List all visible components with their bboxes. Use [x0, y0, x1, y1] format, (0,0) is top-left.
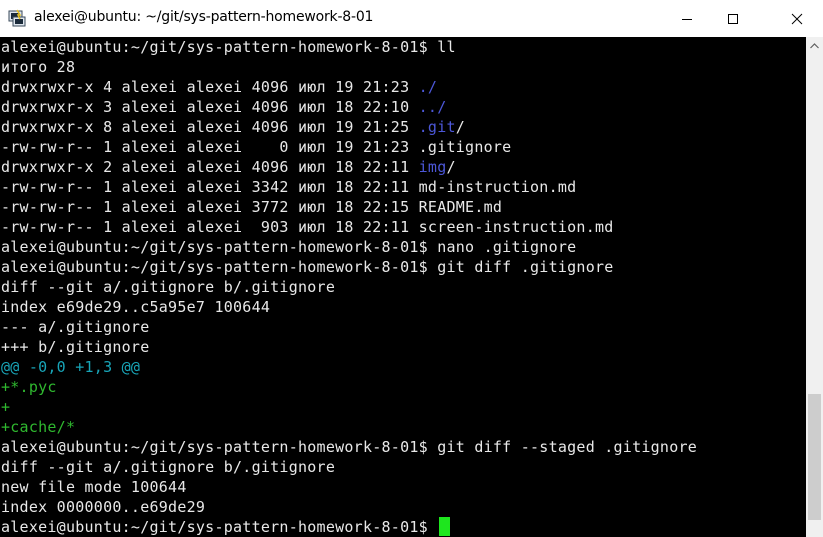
terminal-line: index 0000000..e69de29 [1, 497, 205, 517]
directory-name: ../ [418, 98, 447, 116]
line-text: +*.pyc [1, 378, 57, 396]
terminal-line: alexei@ubuntu:~/git/sys-pattern-homework… [1, 37, 456, 57]
line-suffix: / [455, 118, 466, 136]
maximize-button[interactable] [710, 0, 756, 37]
line-text: итого 28 [1, 58, 76, 76]
terminal-line: -rw-rw-r-- 1 alexei alexei 903 июл 18 22… [1, 217, 614, 237]
terminal-line: drwxrwxr-x 8 alexei alexei 4096 июл 19 2… [1, 117, 465, 137]
vertical-scrollbar[interactable] [806, 37, 823, 537]
terminal-line: drwxrwxr-x 2 alexei alexei 4096 июл 18 2… [1, 157, 456, 177]
directory-name: ./ [418, 78, 438, 96]
terminal-line: drwxrwxr-x 3 alexei alexei 4096 июл 18 2… [1, 97, 446, 117]
diff-added-line: + [1, 397, 10, 417]
line-text: -rw-rw-r-- 1 alexei alexei 3342 июл 18 2… [1, 178, 577, 196]
line-text: @@ -0,0 +1,3 @@ [1, 358, 141, 376]
terminal-line: index e69de29..c5a95e7 100644 [1, 297, 270, 317]
terminal-line: -rw-rw-r-- 1 alexei alexei 3772 июл 18 2… [1, 197, 502, 217]
minimize-button[interactable] [664, 0, 710, 37]
terminal-prompt-line[interactable]: alexei@ubuntu:~/git/sys-pattern-homework… [1, 517, 451, 537]
terminal-line: +++ b/.gitignore [1, 337, 150, 357]
line-text: alexei@ubuntu:~/git/sys-pattern-homework… [1, 38, 456, 56]
line-text: -rw-rw-r-- 1 alexei alexei 3772 июл 18 2… [1, 198, 503, 216]
line-text: drwxrwxr-x 4 alexei alexei 4096 июл 19 2… [1, 78, 419, 96]
terminal-line: drwxrwxr-x 4 alexei alexei 4096 июл 19 2… [1, 77, 437, 97]
line-text: +cache/* [1, 418, 76, 436]
line-text: drwxrwxr-x 3 alexei alexei 4096 июл 18 2… [1, 98, 419, 116]
directory-name: .git [418, 118, 456, 136]
line-text: diff --git a/.gitignore b/.gitignore [1, 278, 336, 296]
minimize-icon [682, 18, 692, 20]
line-text: -rw-rw-r-- 1 alexei alexei 0 июл 19 21:2… [1, 138, 512, 156]
window-title: alexei@ubuntu: ~/git/sys-pattern-homewor… [34, 9, 374, 25]
line-text: --- a/.gitignore [1, 318, 150, 336]
line-text: -rw-rw-r-- 1 alexei alexei 903 июл 18 22… [1, 218, 614, 236]
directory-name: img [418, 158, 447, 176]
diff-added-line: +*.pyc [1, 377, 57, 397]
line-text: alexei@ubuntu:~/git/sys-pattern-homework… [1, 438, 698, 456]
terminal-line: итого 28 [1, 57, 75, 77]
terminal-line: -rw-rw-r-- 1 alexei alexei 3342 июл 18 2… [1, 177, 576, 197]
line-suffix: / [446, 158, 456, 176]
terminal-line: alexei@ubuntu:~/git/sys-pattern-homework… [1, 257, 614, 277]
diff-hunk-line: @@ -0,0 +1,3 @@ [1, 357, 140, 377]
terminal-output[interactable]: alexei@ubuntu:~/git/sys-pattern-homework… [0, 37, 806, 537]
terminal-line: alexei@ubuntu:~/git/sys-pattern-homework… [1, 437, 697, 457]
line-text: alexei@ubuntu:~/git/sys-pattern-homework… [1, 238, 577, 256]
line-text: index 0000000..e69de29 [1, 498, 206, 516]
line-text: drwxrwxr-x 8 alexei alexei 4096 июл 19 2… [1, 118, 419, 136]
diff-added-line: +cache/* [1, 417, 75, 437]
chevron-up-icon [810, 42, 819, 48]
terminal-line: diff --git a/.gitignore b/.gitignore [1, 277, 335, 297]
putty-terminal-icon [8, 9, 26, 27]
terminal-line: diff --git a/.gitignore b/.gitignore [1, 457, 335, 477]
line-text: drwxrwxr-x 2 alexei alexei 4096 июл 18 2… [1, 158, 419, 176]
line-text: + [1, 398, 11, 416]
line-text: alexei@ubuntu:~/git/sys-pattern-homework… [1, 518, 438, 536]
terminal-line: --- a/.gitignore [1, 317, 150, 337]
line-text: new file mode 100644 [1, 478, 187, 496]
close-icon [791, 13, 802, 24]
close-button[interactable] [770, 0, 823, 37]
line-text: alexei@ubuntu:~/git/sys-pattern-homework… [1, 258, 614, 276]
scroll-up-button[interactable] [806, 37, 823, 54]
title-bar[interactable]: alexei@ubuntu: ~/git/sys-pattern-homewor… [0, 0, 823, 37]
text-cursor [439, 517, 451, 536]
line-text: +++ b/.gitignore [1, 338, 150, 356]
terminal-line: -rw-rw-r-- 1 alexei alexei 0 июл 19 21:2… [1, 137, 511, 157]
scrollbar-thumb[interactable] [808, 394, 821, 520]
terminal-line: new file mode 100644 [1, 477, 187, 497]
line-text: index e69de29..c5a95e7 100644 [1, 298, 271, 316]
terminal-line: alexei@ubuntu:~/git/sys-pattern-homework… [1, 237, 576, 257]
line-text: diff --git a/.gitignore b/.gitignore [1, 458, 336, 476]
maximize-icon [728, 13, 738, 24]
